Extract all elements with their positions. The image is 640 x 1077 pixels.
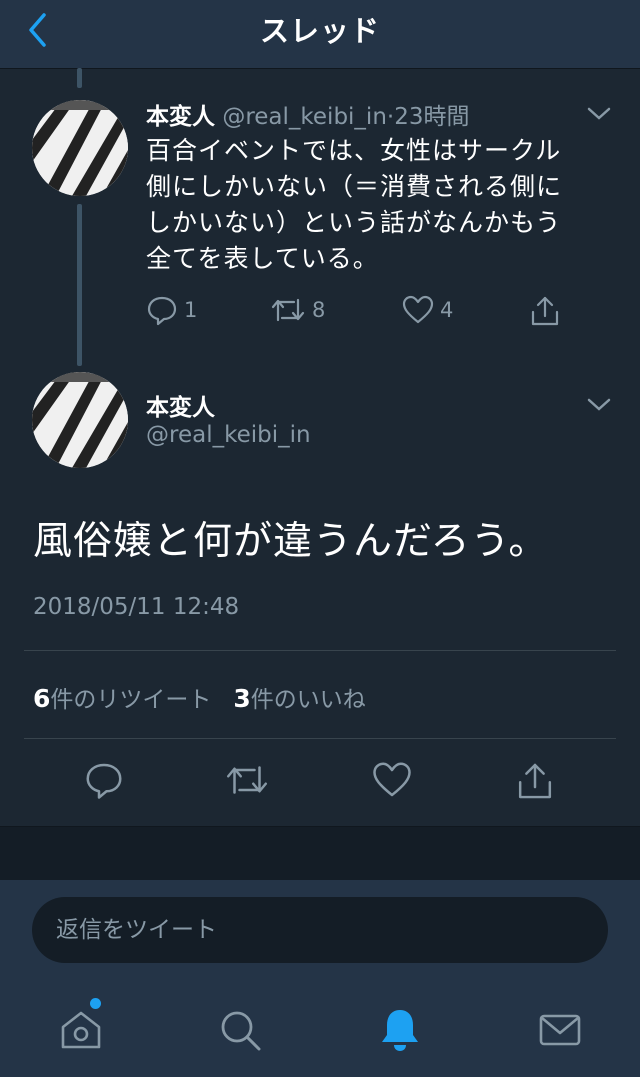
notification-dot (90, 998, 101, 1009)
avatar[interactable] (32, 372, 128, 468)
avatar[interactable] (32, 100, 128, 196)
handle[interactable]: @real_keibi_in (222, 104, 387, 130)
tab-messages[interactable] (536, 1006, 584, 1054)
home-icon (61, 1011, 101, 1049)
retweet-stat[interactable]: 6件のリツイート (33, 684, 212, 713)
like-button[interactable] (372, 760, 412, 804)
tweet-timestamp: 2018/05/11 12:48 (33, 594, 240, 620)
chevron-down-icon[interactable] (586, 397, 612, 413)
retweet-count: 8 (312, 298, 326, 322)
tweet-header: 本変人 @real_keibi_in·23時間 (146, 97, 470, 131)
divider (24, 650, 616, 651)
reply-input[interactable]: 返信をツイート (32, 897, 608, 963)
section-gap (0, 826, 640, 881)
reply-button[interactable]: 1 (146, 294, 197, 326)
speech-bubble-icon (86, 763, 122, 799)
tweet-text-line: 百合イベントでは、女性はサークル (146, 136, 562, 165)
tweet-text: 百合イベントでは、女性はサークル 側にしかいない（＝消費される側に しかいない）… (146, 133, 606, 277)
handle[interactable]: @real_keibi_in (146, 422, 311, 448)
tweet-text-line: しかいない）という話がなんかもう (146, 208, 562, 237)
divider (24, 738, 616, 739)
like-stat-count: 3 (233, 684, 251, 713)
share-icon (518, 763, 552, 799)
retweet-stat-count: 6 (33, 684, 51, 713)
tab-bar (0, 980, 640, 1077)
tweet-text-line: 側にしかいない（＝消費される側に (146, 172, 563, 201)
tab-search[interactable] (216, 1006, 264, 1054)
reply-bar: 返信をツイート (0, 880, 640, 980)
tab-notifications[interactable] (376, 1006, 424, 1054)
tweet-actions: 1 8 4 (146, 294, 586, 334)
retweet-button[interactable] (224, 760, 270, 804)
retweet-stat-label: 件のリツイート (50, 687, 212, 713)
like-count: 4 (440, 298, 454, 322)
chevron-down-icon[interactable] (586, 106, 612, 122)
heart-icon (373, 762, 411, 797)
tweet-time: 23時間 (394, 104, 470, 130)
envelope-icon (539, 1014, 581, 1046)
tweet-text-line: 全てを表している。 (146, 244, 379, 273)
reply-count: 1 (184, 298, 198, 322)
top-bar: スレッド (0, 0, 640, 69)
tab-home[interactable] (57, 1006, 105, 1054)
display-name[interactable]: 本変人 (146, 388, 215, 422)
thread-line-top (77, 68, 82, 88)
share-icon (531, 296, 559, 326)
retweet-icon (227, 766, 267, 794)
reply-button[interactable] (84, 760, 124, 804)
search-icon (221, 1011, 261, 1051)
share-button[interactable] (514, 760, 556, 806)
like-button[interactable]: 4 (402, 294, 453, 326)
like-stat-label: 件のいいね (250, 687, 366, 713)
tweet-stats: 6件のリツイート 3件のいいね (33, 680, 366, 714)
share-button[interactable] (528, 294, 568, 328)
thread-line-middle (77, 204, 82, 366)
bell-icon (382, 1010, 418, 1051)
tweet-text: 風俗嬢と何が違うんだろう。 (33, 519, 549, 564)
like-stat[interactable]: 3件のいいね (233, 684, 366, 713)
retweet-button[interactable]: 8 (270, 294, 325, 326)
page-title: スレッド (259, 14, 380, 48)
tweet-actions (0, 760, 640, 808)
retweet-icon (271, 298, 305, 322)
display-name[interactable]: 本変人 (146, 104, 215, 130)
heart-icon (402, 295, 434, 324)
speech-bubble-icon (147, 296, 177, 326)
